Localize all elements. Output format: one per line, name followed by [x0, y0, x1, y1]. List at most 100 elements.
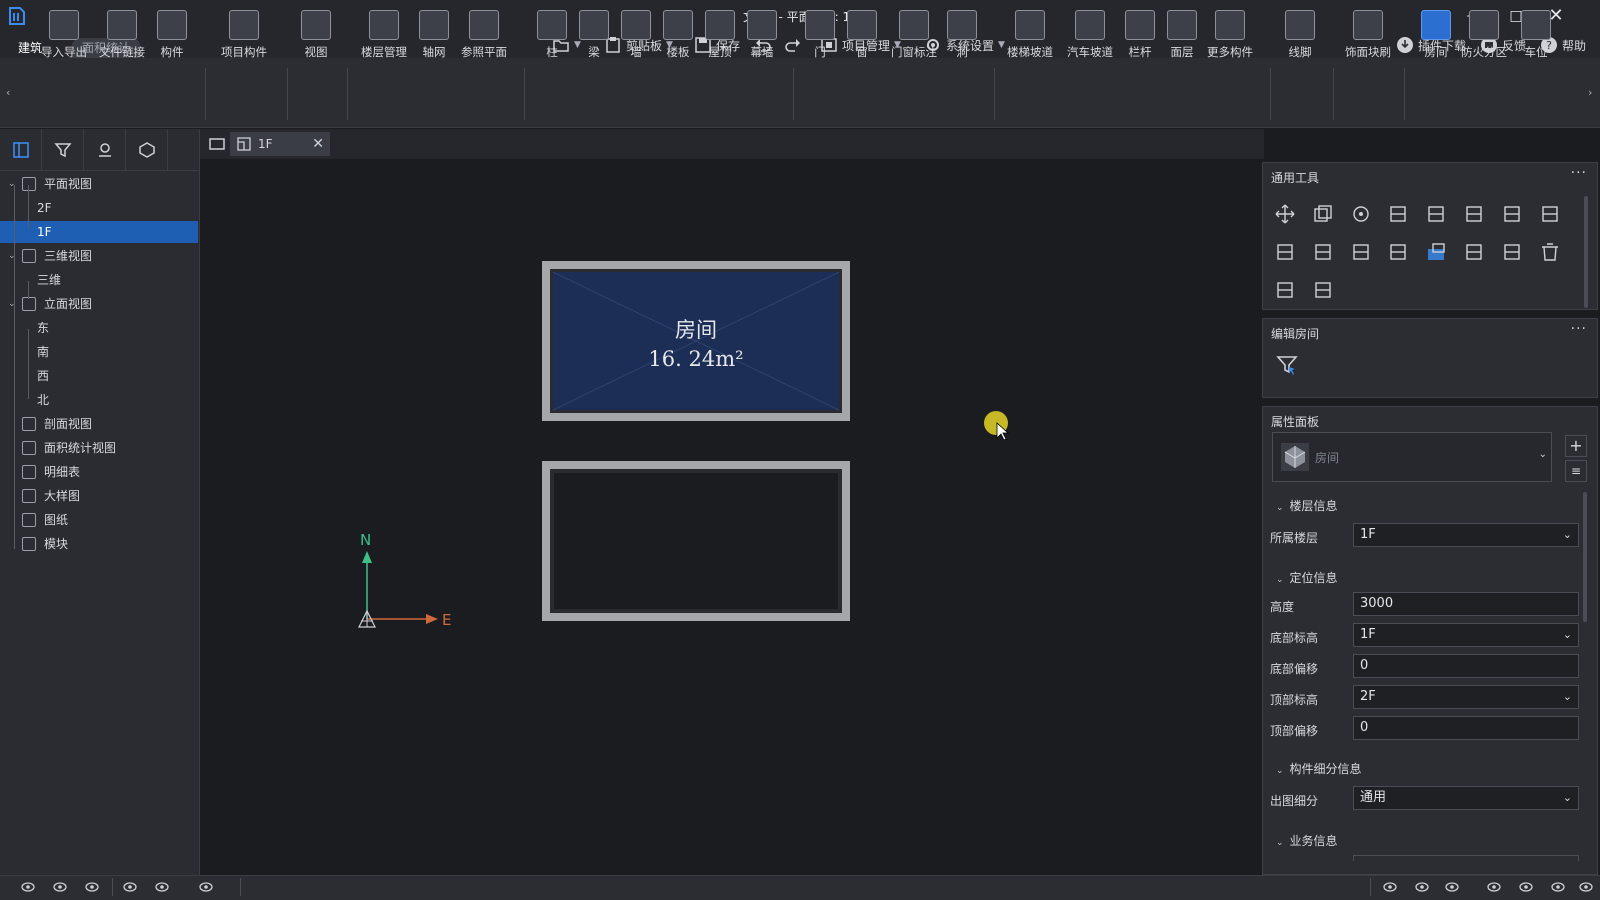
ribbon-view-button[interactable]: 视图 [284, 10, 348, 68]
tab-list-icon[interactable] [208, 135, 226, 153]
measure-icon[interactable] [1312, 279, 1334, 301]
ribbon-curtain-wall-button[interactable]: 幕墙 [730, 10, 794, 68]
ribbon-scroll-right-button[interactable]: › [1588, 86, 1592, 99]
break-icon[interactable] [1350, 241, 1372, 263]
group-business-info[interactable]: ⌄ 业务信息 [1276, 832, 1338, 849]
tab-location[interactable] [84, 129, 126, 171]
close-tab-button[interactable]: ✕ [312, 136, 324, 152]
isolate-icon[interactable] [52, 879, 68, 895]
visibility-icon[interactable] [20, 879, 36, 895]
cube-icon [138, 142, 155, 158]
tree-item-schedules[interactable]: 明细表 [0, 461, 198, 483]
ribbon-parking-button[interactable]: 车位 [1504, 10, 1568, 68]
array-icon[interactable] [1501, 203, 1523, 225]
ribbon-separator [793, 68, 794, 120]
tab-filter[interactable] [42, 129, 84, 171]
ribbon-opening-button[interactable]: 洞 [930, 10, 994, 68]
car-ramp-icon [1075, 10, 1105, 40]
ribbon-project-component-button[interactable]: 项目构件 [212, 10, 276, 68]
room-filter-icon[interactable] [1275, 353, 1299, 377]
room-icon [1421, 10, 1451, 40]
ortho-icon[interactable] [1444, 879, 1460, 895]
drawing-canvas[interactable]: 房间 16. 24m² N E [200, 159, 1264, 875]
tree-item-sheets[interactable]: 图纸 [0, 509, 198, 531]
group-icon[interactable] [1425, 241, 1447, 263]
top-offset-input[interactable]: 0 [1353, 716, 1579, 740]
tree-item-elevation-views[interactable]: ⌄ 立面视图 [0, 293, 198, 315]
copy-icon[interactable] [1312, 203, 1334, 225]
add-type-button[interactable]: + [1565, 435, 1587, 457]
tree-item-south[interactable]: 南 [0, 341, 198, 363]
ribbon-separator [994, 68, 995, 120]
ribbon-reference-plane-button[interactable]: 参照平面 [452, 10, 516, 68]
align-icon[interactable] [1387, 203, 1409, 225]
tree-item-3d-views[interactable]: ⌄ 三维视图 [0, 245, 198, 267]
tree-item-section-views[interactable]: 剖面视图 [0, 413, 198, 435]
more-components-icon [1215, 10, 1245, 40]
rotate-icon[interactable] [1350, 203, 1372, 225]
tree-item-east[interactable]: 东 [0, 317, 198, 339]
type-selector[interactable]: 房间 ⌄ [1272, 432, 1552, 482]
tree-item-3d[interactable]: 三维 [0, 269, 198, 291]
ribbon-molding-button[interactable]: 线脚 [1268, 10, 1332, 68]
light-icon[interactable] [122, 879, 138, 895]
mirror-icon[interactable] [1463, 241, 1485, 263]
tree-item-2f[interactable]: 2F [0, 197, 198, 219]
stretch-icon[interactable] [1274, 241, 1296, 263]
display-mode-icon[interactable] [154, 879, 170, 895]
render-icon[interactable] [198, 879, 214, 895]
general-tools-more-button[interactable]: ··· [1571, 165, 1587, 181]
component-icon [157, 10, 187, 40]
tree-item-modules[interactable]: 模块 [0, 533, 198, 555]
group-position-info[interactable]: ⌄ 定位信息 [1276, 569, 1338, 586]
scale-icon[interactable] [1387, 241, 1409, 263]
ribbon-import-export-button[interactable]: 导入导出 [32, 10, 96, 68]
properties-scrollbar[interactable] [1583, 492, 1587, 622]
zoom-fit-icon[interactable] [1578, 879, 1594, 895]
tab-3d[interactable] [126, 129, 168, 171]
grid-snap-icon[interactable] [1486, 879, 1502, 895]
top-level-select[interactable]: 2F ⌄ [1353, 685, 1579, 709]
tree-item-area-statistics-views[interactable]: 面积统计视图 [0, 437, 198, 459]
match-icon[interactable] [1274, 279, 1296, 301]
group-floor-info[interactable]: ⌄ 楼层信息 [1276, 497, 1338, 514]
delete-icon[interactable] [1539, 241, 1561, 263]
ribbon-more-components-button[interactable]: 更多构件 [1198, 10, 1262, 68]
view-cube-icon[interactable] [1518, 879, 1534, 895]
tree-guide-line [28, 185, 29, 229]
group-detail-info[interactable]: ⌄ 构件细分信息 [1276, 760, 1362, 777]
tree-item-west[interactable]: 西 [0, 365, 198, 387]
snap-icon[interactable] [1382, 879, 1398, 895]
tree-item-north[interactable]: 北 [0, 389, 198, 411]
output-detail-select[interactable]: 通用 ⌄ [1353, 786, 1579, 810]
tree-item-1f[interactable]: 1F [0, 221, 198, 243]
project-component-icon [229, 10, 259, 40]
layers-icon[interactable] [1414, 879, 1430, 895]
split-icon[interactable] [1463, 203, 1485, 225]
offset-icon[interactable] [1425, 203, 1447, 225]
tree-item-plan-views[interactable]: ⌄ 平面视图 [0, 173, 198, 195]
tree-item-detail-drawings[interactable]: 大样图 [0, 485, 198, 507]
display-icon[interactable] [1550, 879, 1566, 895]
view-icon [301, 10, 331, 40]
tools-scrollbar[interactable] [1584, 196, 1588, 308]
extend-icon[interactable] [1312, 241, 1334, 263]
ribbon-finish-brush-button[interactable]: 饰面块刷 [1336, 10, 1400, 68]
doc-tab-1f[interactable]: 1F ✕ [230, 132, 330, 156]
ribbon-stair-ramp-button[interactable]: 楼梯坡道 [998, 10, 1062, 68]
hide-icon[interactable] [84, 879, 100, 895]
trim-icon[interactable] [1539, 203, 1561, 225]
edit-room-more-button[interactable]: ··· [1571, 321, 1587, 337]
ribbon-scroll-left-button[interactable]: ‹ [6, 86, 10, 99]
room-empty[interactable] [542, 461, 850, 621]
edit-type-button[interactable]: ≡ [1565, 460, 1587, 482]
move-icon[interactable] [1274, 203, 1296, 225]
flip-icon[interactable] [1501, 241, 1523, 263]
height-input[interactable]: 3000 [1353, 592, 1579, 616]
base-level-label: 底部标高 [1270, 631, 1319, 645]
floor-select[interactable]: 1F ⌄ [1353, 523, 1579, 547]
tab-views[interactable] [0, 129, 42, 171]
base-offset-input[interactable]: 0 [1353, 654, 1579, 678]
ribbon-component-button[interactable]: 构件 [140, 10, 204, 68]
base-level-select[interactable]: 1F ⌄ [1353, 623, 1579, 647]
